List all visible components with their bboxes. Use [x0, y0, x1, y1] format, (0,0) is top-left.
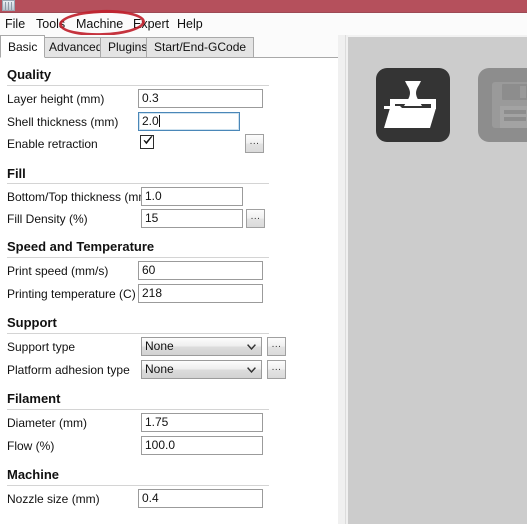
- label-diameter: Diameter (mm): [7, 416, 87, 430]
- view-panel-top-edge: [348, 35, 527, 37]
- menu-expert[interactable]: Expert: [133, 16, 169, 32]
- panel-splitter[interactable]: [338, 35, 348, 524]
- select-platform-adhesion-type[interactable]: None: [141, 360, 262, 379]
- window-titlebar: [0, 0, 527, 13]
- label-flow: Flow (%): [7, 439, 55, 453]
- group-title-filament: Filament: [7, 391, 61, 406]
- menubar: File Tools Machine Expert Help: [0, 13, 527, 35]
- label-platform-adhesion-type: Platform adhesion type: [7, 363, 130, 377]
- group-rule-fill: [7, 183, 269, 184]
- tab-basic[interactable]: Basic: [0, 35, 46, 58]
- group-title-support: Support: [7, 315, 57, 330]
- select-platform-adhesion-type-value: None: [145, 362, 174, 376]
- input-shell-thickness[interactable]: 2.0: [138, 112, 240, 131]
- cura-main-window: File Tools Machine Expert Help Basic Adv…: [0, 0, 527, 524]
- group-title-speed-temperature: Speed and Temperature: [7, 239, 155, 254]
- button-support-type-options[interactable]: ...: [267, 337, 286, 356]
- group-title-quality: Quality: [7, 67, 52, 82]
- group-rule-filament: [7, 409, 269, 410]
- tab-start-end-gcode[interactable]: Start/End-GCode: [146, 37, 255, 58]
- label-shell-thickness: Shell thickness (mm): [7, 115, 119, 129]
- checkbox-enable-retraction[interactable]: [140, 135, 154, 149]
- menu-tools[interactable]: Tools: [36, 16, 65, 32]
- text-caret: [158, 115, 160, 127]
- save-floppy-icon: [492, 82, 527, 128]
- label-enable-retraction: Enable retraction: [7, 137, 98, 151]
- input-fill-density[interactable]: 15: [141, 209, 243, 228]
- label-layer-height: Layer height (mm): [7, 92, 105, 106]
- group-rule-machine: [7, 485, 269, 486]
- label-support-type: Support type: [7, 340, 76, 354]
- input-shell-thickness-value: 2.0: [142, 114, 159, 128]
- settings-panel: Quality Layer height (mm) 0.3 Shell thic…: [0, 58, 338, 524]
- input-diameter[interactable]: 1.75: [141, 413, 263, 432]
- splitter-line: [345, 35, 346, 524]
- input-flow[interactable]: 100.0: [141, 436, 263, 455]
- group-rule-speed-temperature: [7, 257, 269, 258]
- check-icon: [143, 136, 153, 145]
- group-title-fill: Fill: [7, 166, 26, 181]
- menu-machine[interactable]: Machine: [76, 16, 123, 32]
- save-toolpath-button[interactable]: [478, 68, 527, 142]
- window-icon: [2, 0, 15, 11]
- tabstrip: Basic Advanced Plugins Start/End-GCode: [0, 35, 340, 58]
- label-bottom-top-thickness: Bottom/Top thickness (mm): [7, 190, 153, 204]
- chevron-down-icon: [247, 367, 256, 373]
- select-support-type-value: None: [145, 339, 174, 353]
- button-platform-adhesion-options[interactable]: ...: [267, 360, 286, 379]
- input-print-speed[interactable]: 60: [138, 261, 263, 280]
- menu-help[interactable]: Help: [177, 16, 203, 32]
- group-title-machine: Machine: [7, 467, 60, 482]
- load-model-button[interactable]: [376, 68, 450, 142]
- select-support-type[interactable]: None: [141, 337, 262, 356]
- input-printing-temperature[interactable]: 218: [138, 284, 263, 303]
- button-retraction-options[interactable]: ...: [245, 134, 264, 153]
- menu-file[interactable]: File: [5, 16, 25, 32]
- input-nozzle-size[interactable]: 0.4: [138, 489, 263, 508]
- label-print-speed: Print speed (mm/s): [7, 264, 109, 278]
- label-fill-density: Fill Density (%): [7, 212, 88, 226]
- load-model-icon: [384, 81, 436, 128]
- label-nozzle-size: Nozzle size (mm): [7, 492, 100, 506]
- chevron-down-icon: [247, 344, 256, 350]
- group-rule-quality: [7, 85, 269, 86]
- button-fill-density-options[interactable]: ...: [246, 209, 265, 228]
- label-printing-temperature: Printing temperature (C): [7, 287, 136, 301]
- group-rule-support: [7, 333, 269, 334]
- input-bottom-top-thickness[interactable]: 1.0: [141, 187, 243, 206]
- input-layer-height[interactable]: 0.3: [138, 89, 263, 108]
